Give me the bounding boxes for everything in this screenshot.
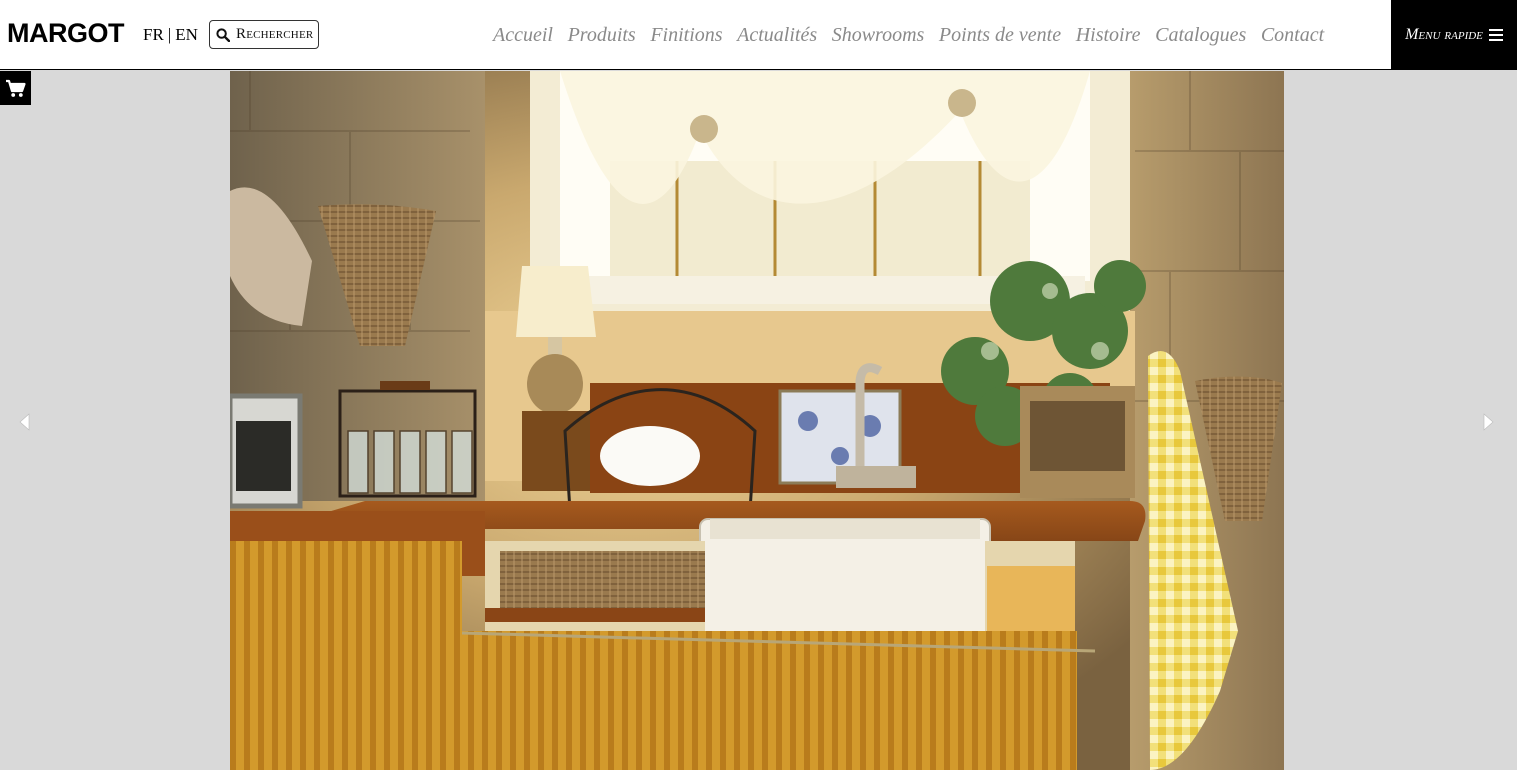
search-button-label: Rechercher — [236, 26, 314, 42]
nav-item-finitions[interactable]: Finitions — [650, 20, 722, 50]
quick-menu-button[interactable]: Menu rapide — [1391, 0, 1517, 70]
nav-item-contact[interactable]: Contact — [1261, 20, 1324, 50]
search-icon — [216, 27, 230, 42]
nav-item-accueil[interactable]: Accueil — [493, 20, 553, 50]
cart-icon — [5, 79, 26, 98]
main-nav: Accueil Produits Finitions Actualités Sh… — [493, 20, 1339, 50]
lang-fr-link[interactable]: FR — [143, 25, 164, 44]
site-logo[interactable]: MARGOT — [7, 16, 124, 50]
slideshow-photo — [230, 71, 1284, 770]
nav-item-points-de-vente[interactable]: Points de vente — [939, 20, 1061, 50]
lang-en-link[interactable]: EN — [175, 25, 198, 44]
nav-item-produits[interactable]: Produits — [568, 20, 636, 50]
slider-next-button[interactable] — [1478, 410, 1498, 434]
arrow-right-icon — [1478, 410, 1498, 434]
hamburger-icon — [1488, 29, 1503, 41]
arrow-left-icon — [16, 410, 36, 434]
nav-item-showrooms[interactable]: Showrooms — [832, 20, 925, 50]
site-header: MARGOT FR | EN Rechercher Accueil Produits… — [0, 0, 1517, 70]
nav-item-actualites[interactable]: Actualités — [737, 20, 817, 50]
slider-prev-button[interactable] — [16, 410, 36, 434]
nav-item-histoire[interactable]: Histoire — [1076, 20, 1141, 50]
cart-button[interactable] — [0, 71, 31, 105]
lang-separator: | — [167, 25, 172, 44]
nav-item-catalogues[interactable]: Catalogues — [1155, 20, 1246, 50]
quick-menu-label: Menu rapide — [1405, 26, 1483, 43]
language-switcher: FR | EN — [143, 24, 198, 46]
search-button[interactable]: Rechercher — [209, 20, 319, 49]
